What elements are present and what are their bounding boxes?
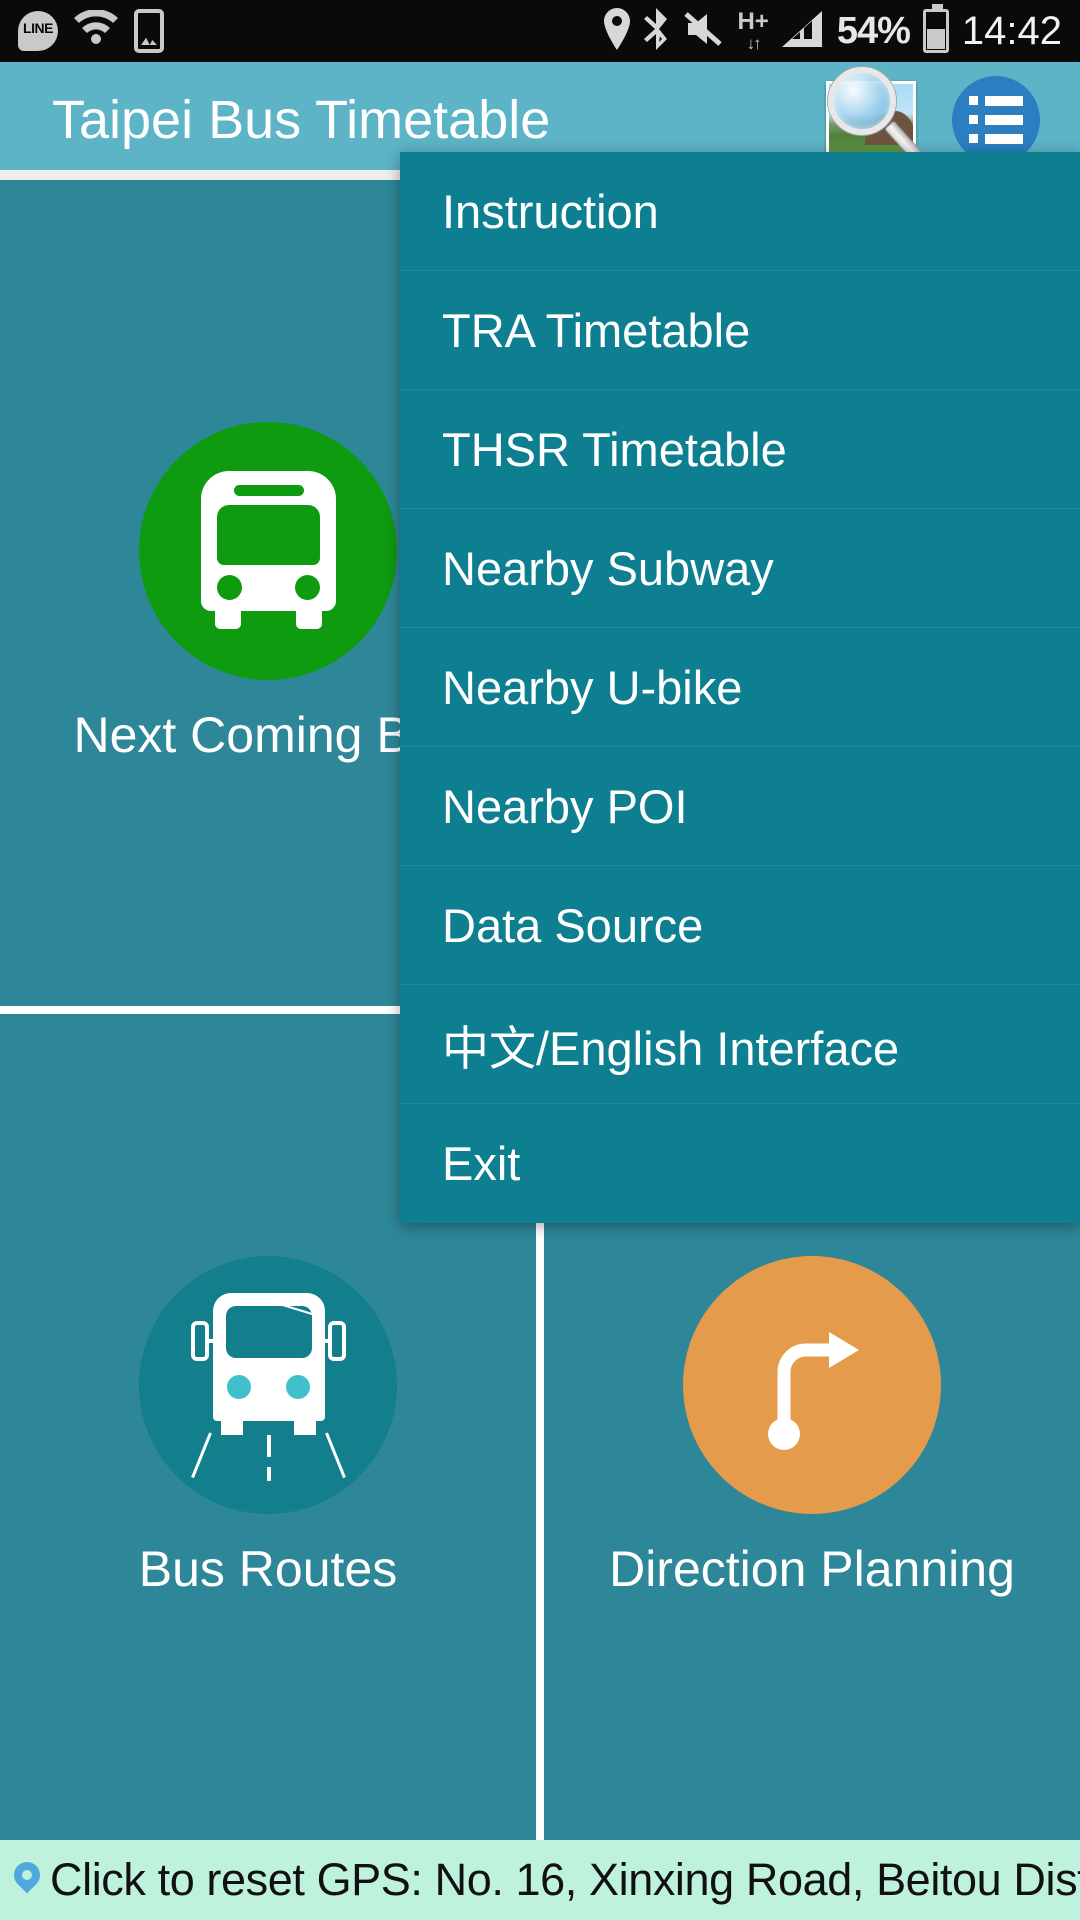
- tile-label-bus-routes: Bus Routes: [138, 1541, 398, 1597]
- list-menu-icon[interactable]: [952, 75, 1040, 164]
- menu-item-nearby-poi[interactable]: Nearby POI: [400, 747, 1080, 866]
- signal-icon: [781, 9, 824, 54]
- menu-item-instruction[interactable]: Instruction: [400, 152, 1080, 271]
- gps-reset-bar[interactable]: Click to reset GPS: No. 16, Xinxing Road…: [0, 1840, 1080, 1920]
- bus-route-icon: [139, 1256, 397, 1514]
- status-bar-left-icons: LINE: [18, 8, 164, 53]
- menu-item-thsr-timetable[interactable]: THSR Timetable: [400, 390, 1080, 509]
- clock-label: 14:42: [961, 8, 1062, 53]
- line-icon: LINE: [18, 11, 58, 51]
- menu-item-nearby-subway[interactable]: Nearby Subway: [400, 509, 1080, 628]
- location-pin-icon: [8, 1856, 46, 1900]
- wifi-icon: [74, 8, 118, 53]
- overflow-dropdown-menu: Instruction TRA Timetable THSR Timetable…: [400, 152, 1080, 1223]
- app-title: Taipei Bus Timetable: [52, 89, 551, 150]
- battery-percent-label: 54%: [836, 9, 911, 52]
- gallery-icon: [134, 9, 164, 53]
- tile-label-direction-planning: Direction Planning: [609, 1541, 1015, 1597]
- data-type-label: H+: [737, 8, 769, 35]
- app-bar-actions: [826, 66, 1040, 165]
- location-icon: [604, 7, 631, 55]
- data-arrows: ↓↑: [746, 34, 762, 53]
- battery-icon: [922, 4, 949, 53]
- direction-planning-icon: [683, 1256, 941, 1514]
- image-search-icon[interactable]: [826, 66, 926, 165]
- menu-item-tra-timetable[interactable]: TRA Timetable: [400, 271, 1080, 390]
- system-status-bar: LINE H+ ↓↑ 54% 14:42: [0, 0, 1080, 62]
- gps-status-text: Click to reset GPS: No. 16, Xinxing Road…: [50, 1854, 1080, 1905]
- menu-item-language-interface[interactable]: 中文/English Interface: [400, 985, 1080, 1104]
- menu-item-nearby-ubike[interactable]: Nearby U-bike: [400, 628, 1080, 747]
- menu-item-data-source[interactable]: Data Source: [400, 866, 1080, 985]
- hplus-data-icon: H+ ↓↑: [737, 8, 769, 53]
- menu-item-exit[interactable]: Exit: [400, 1104, 1080, 1223]
- status-bar-right-icons: H+ ↓↑ 54% 14:42: [604, 4, 1062, 55]
- bus-front-icon: [139, 422, 397, 680]
- mute-icon: [684, 10, 724, 53]
- bluetooth-icon: [643, 7, 671, 55]
